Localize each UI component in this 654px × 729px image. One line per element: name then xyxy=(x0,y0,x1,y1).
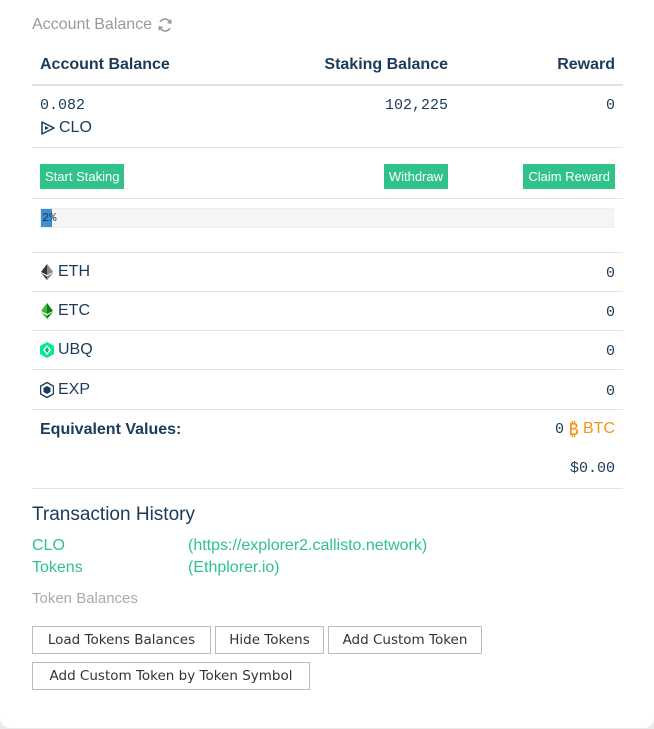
transaction-history-title: Transaction History xyxy=(32,504,195,525)
col-reward: Reward xyxy=(557,56,615,73)
reward-value: 0 xyxy=(605,97,615,114)
expanse-icon xyxy=(40,382,54,398)
coin-symbol: UBQ xyxy=(58,341,93,358)
coin-name: ETC xyxy=(40,302,90,320)
btc-value: 0 xyxy=(554,420,564,438)
history-link-clo-name[interactable]: CLO xyxy=(32,537,65,555)
account-balance-value: 0.082 xyxy=(40,97,86,114)
hide-tokens-button[interactable]: Hide Tokens xyxy=(215,626,324,654)
token-balances-title: Token Balances xyxy=(32,590,138,607)
section-title: Account Balance xyxy=(32,16,173,34)
staking-balance-value: 102,225 xyxy=(384,97,448,114)
coin-symbol: EXP xyxy=(58,381,91,398)
coin-symbol: ETH xyxy=(58,263,90,280)
btc-label: BTC xyxy=(583,420,615,437)
coin-name: ETH xyxy=(40,263,90,281)
col-account-balance: Account Balance xyxy=(40,56,170,73)
bitcoin-icon xyxy=(570,421,579,437)
ethereum-classic-icon xyxy=(41,303,53,319)
col-staking-balance: Staking Balance xyxy=(324,56,448,73)
coin-symbol: ETC xyxy=(58,302,90,319)
progress-label: 2% xyxy=(42,211,57,225)
coin-value: 0 xyxy=(605,343,615,360)
usd-value: $0.00 xyxy=(569,460,615,477)
coin-value: 0 xyxy=(605,304,615,321)
balance-row: 0.082 102,225 0 CLO xyxy=(32,86,623,148)
section-title-text: Account Balance xyxy=(32,16,153,33)
load-tokens-balances-button[interactable]: Load Tokens Balances xyxy=(32,626,211,654)
start-staking-button[interactable]: Start Staking xyxy=(40,164,125,189)
coin-row-ubq: UBQ 0 xyxy=(32,331,623,370)
refresh-icon[interactable] xyxy=(157,17,173,33)
ubiq-icon xyxy=(40,342,54,358)
coin-value: 0 xyxy=(605,383,615,400)
balance-table-header: Account Balance Staking Balance Reward xyxy=(32,44,623,86)
staking-actions-row: Start Staking Withdraw Claim Reward xyxy=(32,148,623,199)
coin-row-exp: EXP 0 xyxy=(32,371,623,410)
staking-progress-row: 2% xyxy=(32,199,623,253)
add-custom-token-by-symbol-button[interactable]: Add Custom Token by Token Symbol xyxy=(32,662,310,690)
equivalent-values-row: Equivalent Values: 0 BTC $0.00 xyxy=(32,410,623,489)
staking-progress-bar: 2% xyxy=(40,208,614,228)
clo-currency: CLO xyxy=(40,119,92,137)
history-link-tokens-name[interactable]: Tokens xyxy=(32,559,83,577)
equivalent-values-label: Equivalent Values: xyxy=(40,421,182,438)
history-link-ethplorer[interactable]: (Ethplorer.io) xyxy=(188,559,280,577)
ethereum-icon xyxy=(41,264,53,280)
account-balance-panel: Account Balance Account Balance Staking … xyxy=(0,0,654,728)
btc-equivalent: 0 BTC xyxy=(555,420,615,438)
coin-name: UBQ xyxy=(40,341,93,359)
coin-name: EXP xyxy=(40,381,90,399)
coin-row-etc: ETC 0 xyxy=(32,292,623,331)
history-link-clo-explorer[interactable]: (https://explorer2.callisto.network) xyxy=(188,537,427,555)
add-custom-token-button[interactable]: Add Custom Token xyxy=(328,626,482,654)
coin-row-eth: ETH 0 xyxy=(32,253,623,292)
withdraw-button[interactable]: Withdraw xyxy=(383,164,448,189)
clo-label: CLO xyxy=(59,119,92,136)
callisto-icon xyxy=(41,121,55,135)
coin-value: 0 xyxy=(605,265,615,282)
claim-reward-button[interactable]: Claim Reward xyxy=(523,164,615,189)
